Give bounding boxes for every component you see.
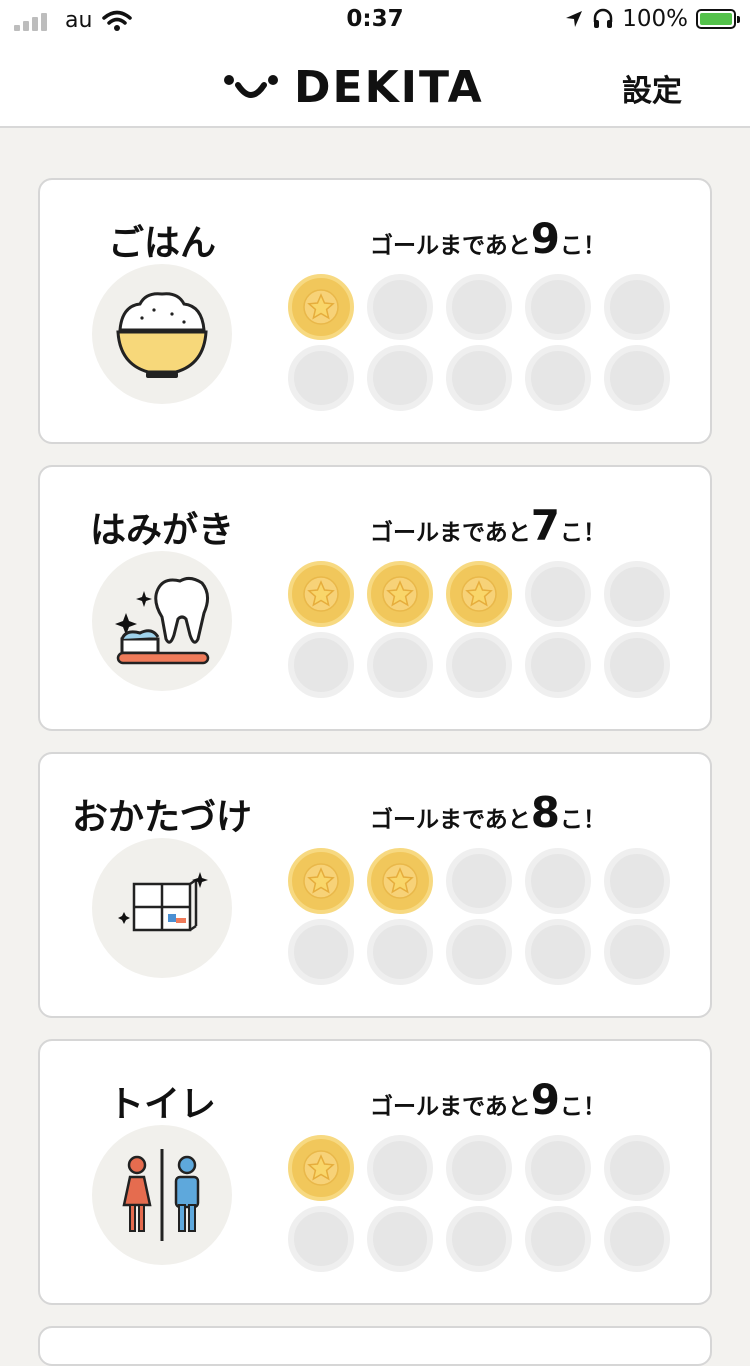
goal-prefix: ゴールまであと [370, 1094, 531, 1120]
habit-title: トイレ [107, 1084, 216, 1125]
coin-empty[interactable] [525, 1206, 591, 1272]
goal-remaining-text: ゴールまであと9こ！ [370, 214, 606, 263]
coin-empty[interactable] [604, 848, 670, 914]
tooth-brush-icon [92, 551, 232, 691]
coin-empty[interactable] [446, 848, 512, 914]
logo-text: DEKITA [294, 62, 484, 113]
coin-empty[interactable] [446, 1135, 512, 1201]
app-header: DEKITA 設定 [0, 40, 750, 128]
habit-card-partial[interactable] [38, 1326, 712, 1366]
star-icon [303, 1150, 339, 1186]
coin-empty[interactable] [288, 919, 354, 985]
goal-prefix: ゴールまであと [370, 233, 531, 259]
coin-empty[interactable] [525, 1135, 591, 1201]
coin-empty[interactable] [525, 561, 591, 627]
coin-empty[interactable] [367, 632, 433, 698]
coin-empty[interactable] [288, 1206, 354, 1272]
coin-filled[interactable] [288, 274, 354, 340]
coin-filled[interactable] [288, 848, 354, 914]
goal-remaining-count: 9 [530, 1075, 561, 1124]
goal-remaining-count: 8 [530, 788, 561, 837]
coin-filled[interactable] [367, 848, 433, 914]
goal-remaining-text: ゴールまであと9こ！ [370, 1075, 606, 1124]
coin-empty[interactable] [367, 1135, 433, 1201]
habit-card[interactable]: トイレ ゴールまであと9こ！ [38, 1039, 712, 1305]
coin-empty[interactable] [604, 1206, 670, 1272]
app-logo: DEKITA [222, 62, 484, 113]
star-icon [303, 576, 339, 612]
goal-suffix: こ！ [560, 233, 607, 259]
star-icon [382, 576, 418, 612]
progress-coins [288, 848, 688, 988]
rice-bowl-icon [92, 264, 232, 404]
goal-suffix: こ！ [560, 520, 607, 546]
shelf-icon [92, 838, 232, 978]
status-bar: au 0:37 100% [0, 0, 750, 40]
coin-filled[interactable] [288, 561, 354, 627]
habit-title: ごはん [107, 223, 216, 264]
coin-empty[interactable] [604, 919, 670, 985]
coin-empty[interactable] [446, 274, 512, 340]
progress-coins [288, 274, 688, 414]
coin-empty[interactable] [525, 632, 591, 698]
habit-card[interactable]: はみがき ゴールまであと7こ！ [38, 465, 712, 731]
coin-empty[interactable] [367, 919, 433, 985]
headphones-icon [593, 8, 613, 28]
toilet-icon [92, 1125, 232, 1265]
star-icon [303, 289, 339, 325]
goal-prefix: ゴールまであと [370, 520, 531, 546]
coin-empty[interactable] [604, 345, 670, 411]
battery-percent: 100% [622, 6, 688, 32]
progress-coins [288, 1135, 688, 1275]
coin-empty[interactable] [446, 1206, 512, 1272]
coin-empty[interactable] [367, 274, 433, 340]
coin-filled[interactable] [446, 561, 512, 627]
goal-remaining-text: ゴールまであと7こ！ [370, 501, 606, 550]
coin-empty[interactable] [525, 274, 591, 340]
goal-suffix: こ！ [560, 1094, 607, 1120]
progress-coins [288, 561, 688, 701]
coin-empty[interactable] [288, 345, 354, 411]
star-icon [303, 863, 339, 899]
habit-title: おかたづけ [71, 797, 252, 838]
habit-card[interactable]: おかたづけ ゴールまであと8こ！ [38, 752, 712, 1018]
star-icon [382, 863, 418, 899]
habit-title: はみがき [89, 510, 234, 551]
smile-face-icon [224, 74, 278, 98]
status-right: 100% [564, 6, 740, 32]
coin-empty[interactable] [446, 919, 512, 985]
settings-button[interactable]: 設定 [622, 66, 682, 110]
coin-empty[interactable] [604, 1135, 670, 1201]
goal-prefix: ゴールまであと [370, 807, 531, 833]
habit-card[interactable]: ごはん ゴールまであと9こ！ [38, 178, 712, 444]
coin-filled[interactable] [367, 561, 433, 627]
coin-empty[interactable] [525, 345, 591, 411]
coin-empty[interactable] [446, 632, 512, 698]
location-arrow-icon [566, 11, 583, 27]
goal-remaining-count: 9 [530, 214, 561, 263]
goal-remaining-count: 7 [530, 501, 561, 550]
coin-empty[interactable] [525, 919, 591, 985]
goal-suffix: こ！ [560, 807, 607, 833]
coin-empty[interactable] [367, 345, 433, 411]
coin-filled[interactable] [288, 1135, 354, 1201]
coin-empty[interactable] [604, 632, 670, 698]
coin-empty[interactable] [367, 1206, 433, 1272]
battery-icon [696, 9, 740, 29]
coin-empty[interactable] [604, 561, 670, 627]
coin-empty[interactable] [446, 345, 512, 411]
coin-empty[interactable] [604, 274, 670, 340]
goal-remaining-text: ゴールまであと8こ！ [370, 788, 606, 837]
coin-empty[interactable] [288, 632, 354, 698]
coin-empty[interactable] [525, 848, 591, 914]
star-icon [461, 576, 497, 612]
